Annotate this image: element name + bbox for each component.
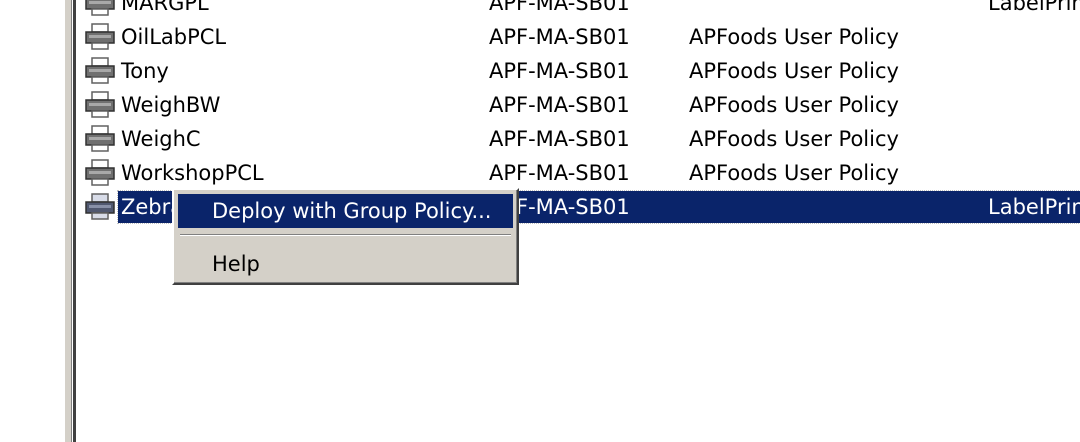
pane-border xyxy=(73,0,76,442)
pane-splitter[interactable] xyxy=(64,0,72,442)
printer-name: WorkshopPCL xyxy=(121,161,264,185)
server-name: APF-MA-SB01 xyxy=(489,25,630,49)
driver-name: LabelPrint xyxy=(988,0,1080,15)
gpo-name: APFoods User Policy xyxy=(689,161,899,185)
printer-icon xyxy=(84,57,118,85)
printer-icon xyxy=(84,159,118,187)
list-item[interactable]: WorkshopPCL APF-MA-SB01 APFoods User Pol… xyxy=(84,156,1080,190)
list-item[interactable]: MARGPL APF-MA-SB01 LabelPrint xyxy=(84,0,1080,20)
gpo-name: APFoods User Policy xyxy=(689,59,899,83)
printer-icon xyxy=(84,125,118,153)
menu-separator xyxy=(180,234,511,236)
gpo-name: APFoods User Policy xyxy=(689,127,899,151)
list-item[interactable]: WeighBW APF-MA-SB01 APFoods User Policy xyxy=(84,88,1080,122)
server-name: APF-MA-SB01 xyxy=(489,127,630,151)
help-menu-item[interactable]: Help xyxy=(178,247,513,281)
list-item[interactable]: WeighC APF-MA-SB01 APFoods User Policy xyxy=(84,122,1080,156)
printer-name: WeighBW xyxy=(121,93,221,117)
server-name: APF-MA-SB01 xyxy=(489,59,630,83)
list-item[interactable]: OilLabPCL APF-MA-SB01 APFoods User Polic… xyxy=(84,20,1080,54)
printer-icon xyxy=(84,193,118,221)
deploy-with-group-policy-menu-item[interactable]: Deploy with Group Policy... xyxy=(178,194,513,228)
printer-name: MARGPL xyxy=(121,0,209,15)
context-menu: Deploy with Group Policy... Help xyxy=(172,188,519,285)
driver-name: LabelPrint xyxy=(988,195,1080,219)
printer-icon xyxy=(84,0,118,17)
list-item[interactable]: Tony APF-MA-SB01 APFoods User Policy xyxy=(84,54,1080,88)
printer-list-window: MARGPL APF-MA-SB01 LabelPrint OilLabPCL … xyxy=(0,0,1080,442)
server-name: APF-MA-SB01 xyxy=(489,0,630,15)
printer-name: Tony xyxy=(121,59,169,83)
printer-name: OilLabPCL xyxy=(121,25,227,49)
printer-icon xyxy=(84,23,118,51)
printer-name: WeighC xyxy=(121,127,201,151)
gpo-name: APFoods User Policy xyxy=(689,93,899,117)
gpo-name: APFoods User Policy xyxy=(689,25,899,49)
server-name: APF-MA-SB01 xyxy=(489,93,630,117)
printer-icon xyxy=(84,91,118,119)
server-name: APF-MA-SB01 xyxy=(489,161,630,185)
